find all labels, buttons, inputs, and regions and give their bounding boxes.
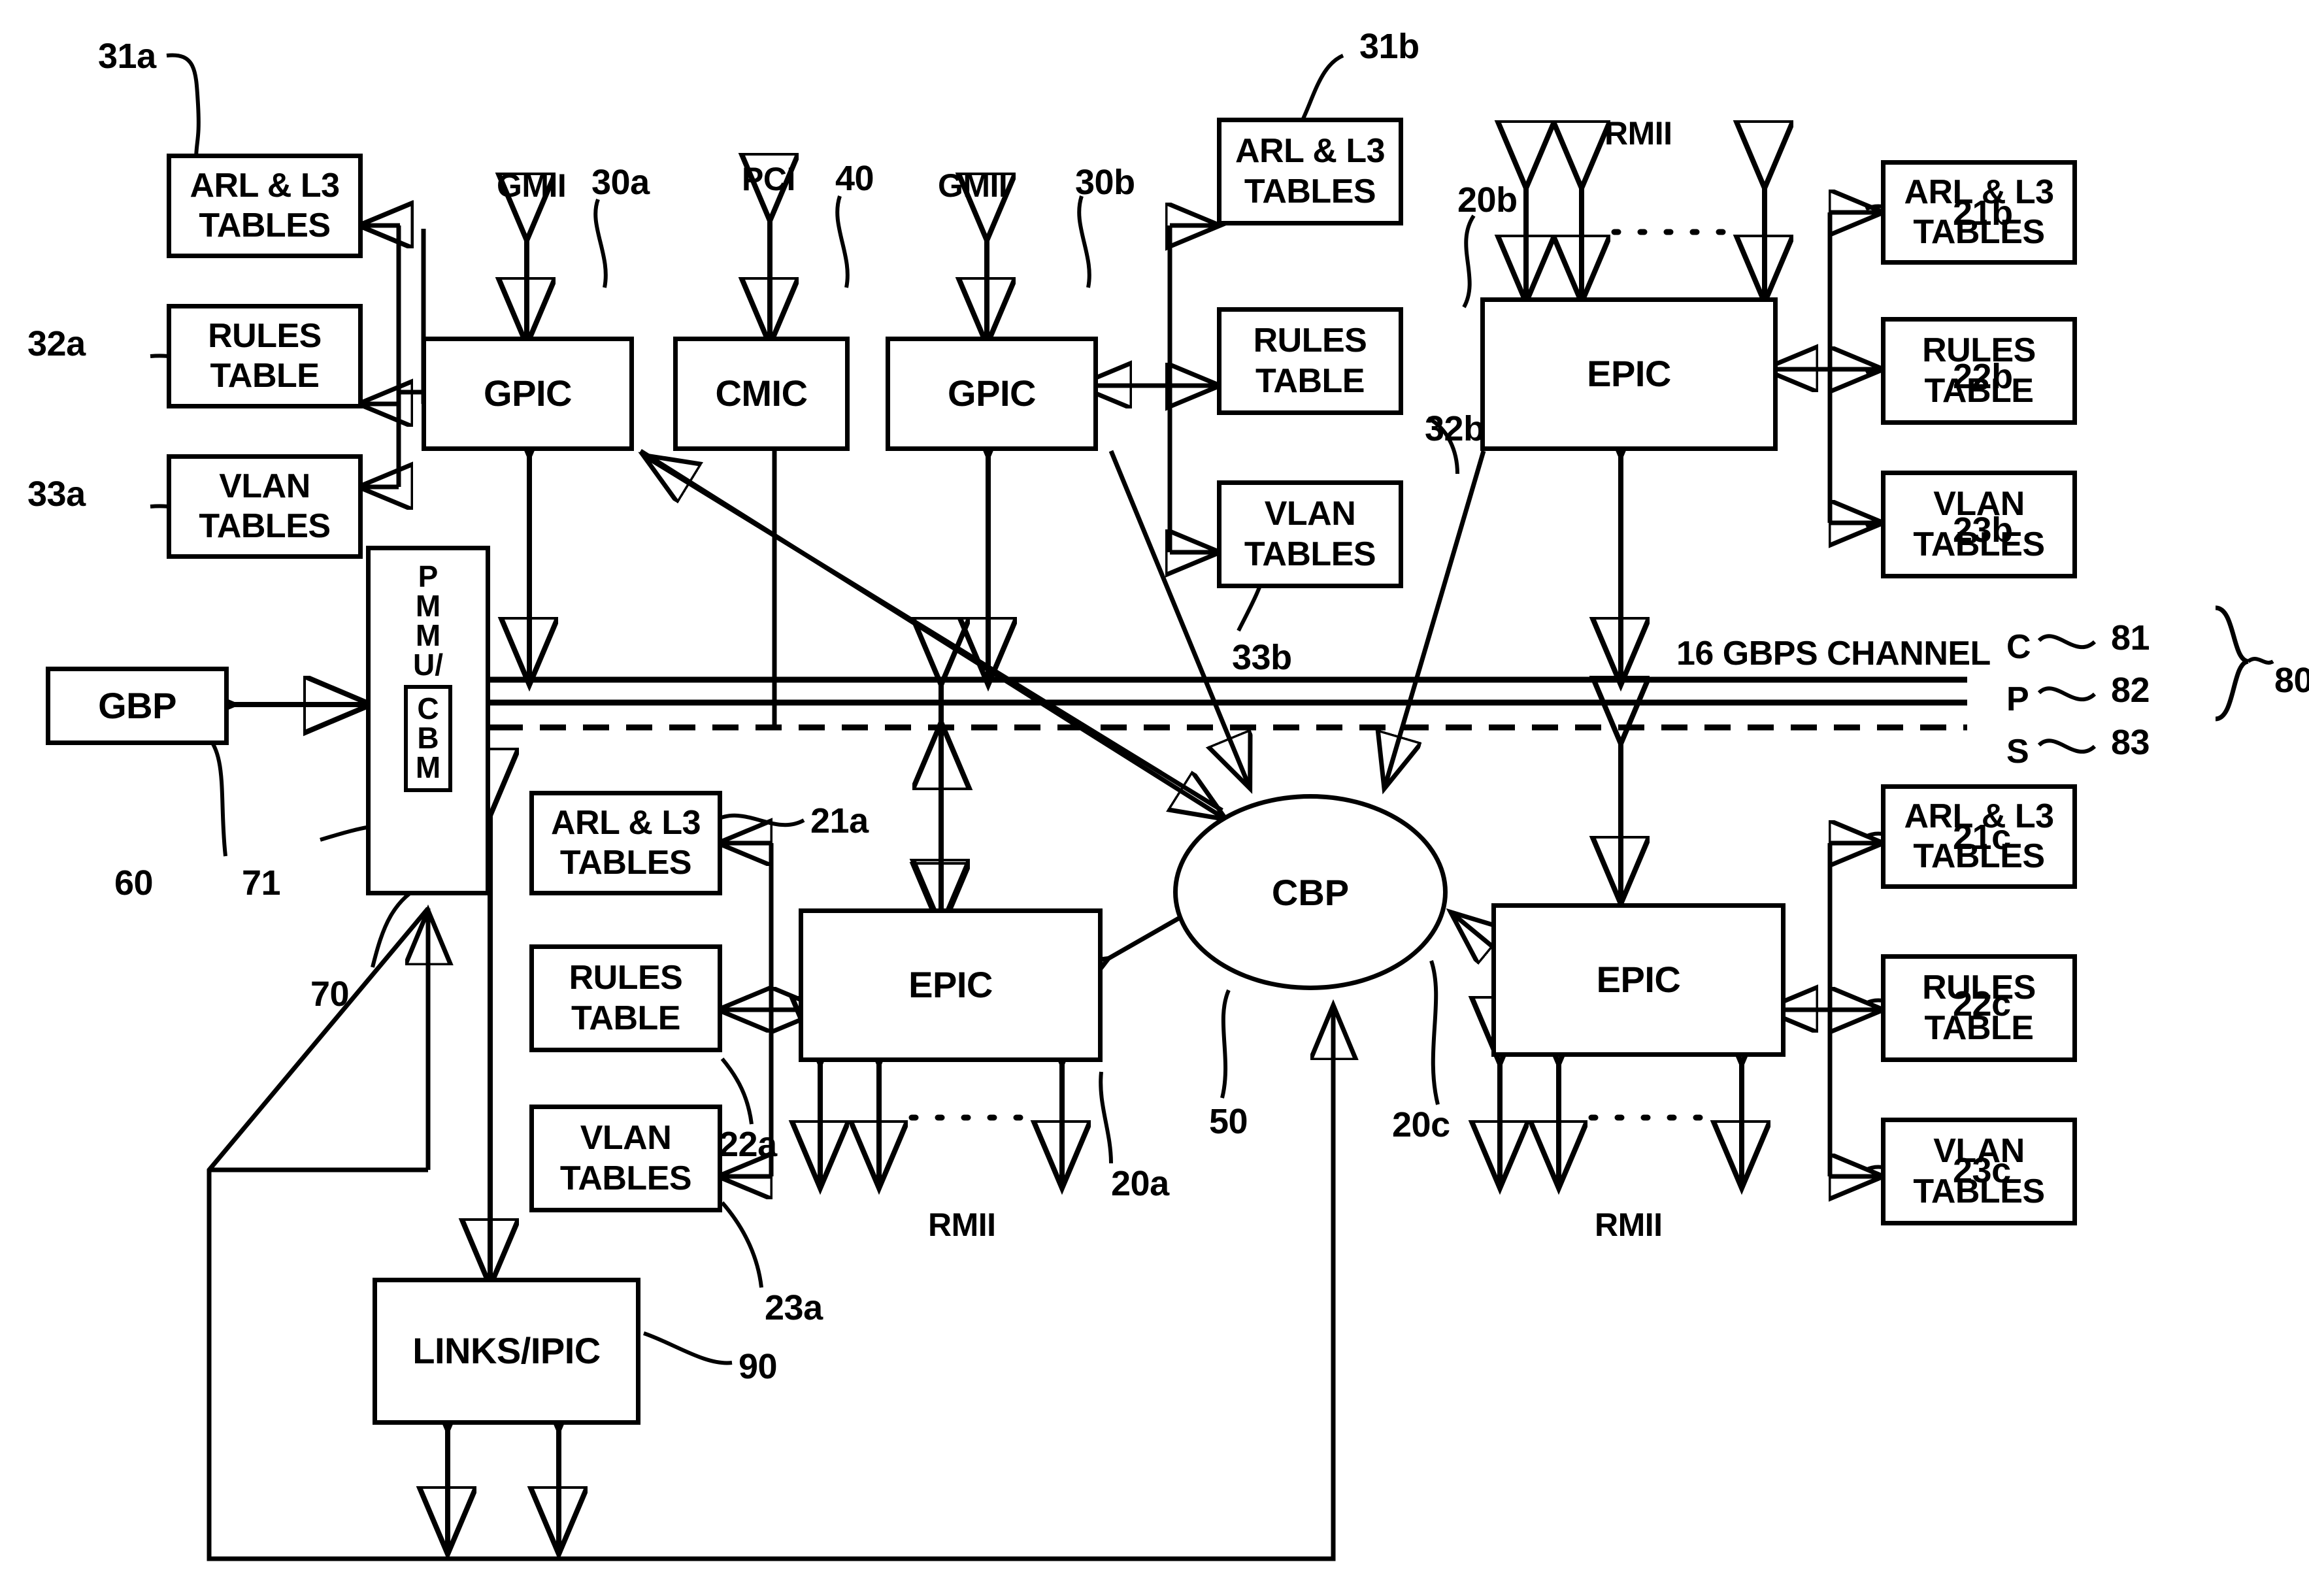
box-line: TABLE (210, 357, 320, 395)
ref-33b: 33b (1232, 638, 1292, 677)
ref-20b: 20b (1457, 180, 1518, 220)
ref-90: 90 (739, 1347, 778, 1386)
cbm-char: C (417, 691, 439, 726)
cmic-40-block: CMIC (673, 337, 850, 451)
box-line: TABLES (559, 844, 692, 882)
box-line: CMIC (715, 373, 808, 414)
gpic-30b-block: GPIC (886, 337, 1098, 451)
gbp-60-block: GBP (46, 667, 229, 745)
vlan-tables-23a: VLAN TABLES (529, 1105, 722, 1212)
ref-22a: 22a (719, 1125, 777, 1164)
ref-22b: 22b (1953, 357, 2013, 396)
channel-line-p-letter: P (2006, 680, 2029, 718)
pmmu-char: M (415, 589, 441, 623)
epic-20b-block: EPIC (1480, 297, 1778, 451)
box-line: ARL & L3 (550, 803, 701, 842)
ref-32a: 32a (27, 324, 86, 363)
cbm-71-block: C B M (404, 685, 452, 792)
ref-21a: 21a (810, 801, 869, 840)
box-line: TABLE (1255, 361, 1365, 400)
vlan-tables-33a: VLAN TABLES (167, 454, 363, 559)
ref-23a: 23a (765, 1288, 823, 1327)
rules-table-22a: RULES TABLE (529, 944, 722, 1052)
box-line: RULES (569, 959, 683, 997)
ref-20a: 20a (1111, 1164, 1169, 1203)
rmii-label-20b: RMII (1604, 115, 1672, 152)
box-line: TABLES (559, 1159, 692, 1197)
ref-20c: 20c (1392, 1105, 1450, 1144)
pmmu-char: U/ (413, 648, 443, 682)
ellipse-label: CBP (1271, 871, 1350, 913)
ref-21c: 21c (1953, 818, 2011, 857)
ref-31a: 31a (98, 37, 156, 76)
ref-32b: 32b (1425, 409, 1485, 448)
box-line: TABLE (571, 999, 680, 1037)
ref-30a: 30a (591, 163, 650, 202)
box-line: VLAN (219, 467, 310, 505)
box-line: ARL & L3 (1235, 132, 1386, 171)
ref-83: 83 (2111, 723, 2150, 762)
box-line: RULES (208, 316, 322, 355)
box-line: TABLES (199, 207, 331, 244)
ref-23b: 23b (1953, 510, 2013, 550)
box-line: VLAN (1264, 495, 1356, 533)
ref-40: 40 (835, 159, 874, 198)
ref-30b: 30b (1075, 163, 1135, 202)
box-line: RULES (1253, 322, 1367, 360)
ref-22c: 22c (1953, 984, 2011, 1023)
box-line: TABLES (1244, 172, 1376, 210)
arl-l3-tables-31b: ARL & L3 TABLES (1217, 118, 1403, 225)
cbm-char: M (415, 750, 441, 785)
gpic-30a-block: GPIC (422, 337, 634, 451)
rules-table-32b: RULES TABLE (1217, 307, 1403, 415)
epic-20c-block: EPIC (1491, 903, 1786, 1057)
rules-table-32a: RULES TABLE (167, 304, 363, 408)
pci-label-40: PCI (742, 161, 795, 197)
ref-23c: 23c (1953, 1151, 2011, 1190)
ref-60: 60 (114, 863, 154, 903)
ref-71: 71 (242, 863, 281, 903)
box-line: LINKS/IPIC (412, 1330, 601, 1372)
ref-21b: 21b (1953, 193, 2013, 233)
pmmu-cbm-block: P M M U/ C B M (366, 546, 490, 895)
cbm-char: B (417, 721, 439, 756)
links-ipic-90-block: LINKS/IPIC (373, 1278, 640, 1425)
ref-31b: 31b (1359, 27, 1420, 66)
box-line: GBP (98, 684, 176, 726)
box-line: ARL & L3 (190, 166, 340, 205)
box-line: GPIC (484, 373, 572, 414)
pmmu-char: M (415, 618, 441, 653)
gmii-label-30b: GMII (938, 167, 1008, 204)
box-line: EPIC (908, 964, 993, 1006)
cbp-50-ellipse: CBP (1173, 794, 1448, 990)
ref-80: 80 (2274, 661, 2309, 700)
vlan-tables-33b: VLAN TABLES (1217, 480, 1403, 588)
pmmu-char: P (418, 559, 439, 593)
box-line: VLAN (580, 1119, 672, 1157)
ref-50: 50 (1209, 1102, 1248, 1141)
box-line: EPIC (1587, 353, 1671, 395)
channel-line-s-letter: S (2006, 733, 2029, 771)
ref-33a: 33a (27, 474, 86, 514)
box-line: GPIC (948, 373, 1036, 414)
ref-82: 82 (2111, 671, 2150, 710)
epic-20a-block: EPIC (799, 908, 1103, 1062)
patent-figure-canvas: ARL & L3 TABLES RULES TABLE VLAN TABLES … (0, 0, 2309, 1596)
ref-70: 70 (310, 974, 350, 1014)
rmii-label-20c: RMII (1595, 1206, 1663, 1243)
arl-l3-tables-31a: ARL & L3 TABLES (167, 154, 363, 258)
box-line: EPIC (1596, 959, 1681, 1001)
arl-l3-tables-21a: ARL & L3 TABLES (529, 791, 722, 895)
gmii-label-30a: GMII (497, 167, 567, 204)
rmii-label-20a: RMII (928, 1206, 996, 1243)
box-line: TABLES (1244, 535, 1376, 573)
channel-line-c-letter: C (2006, 628, 2031, 666)
channel-label: 16 GBPS CHANNEL (1676, 635, 1991, 673)
box-line: TABLES (199, 507, 331, 545)
ref-81: 81 (2111, 618, 2150, 657)
